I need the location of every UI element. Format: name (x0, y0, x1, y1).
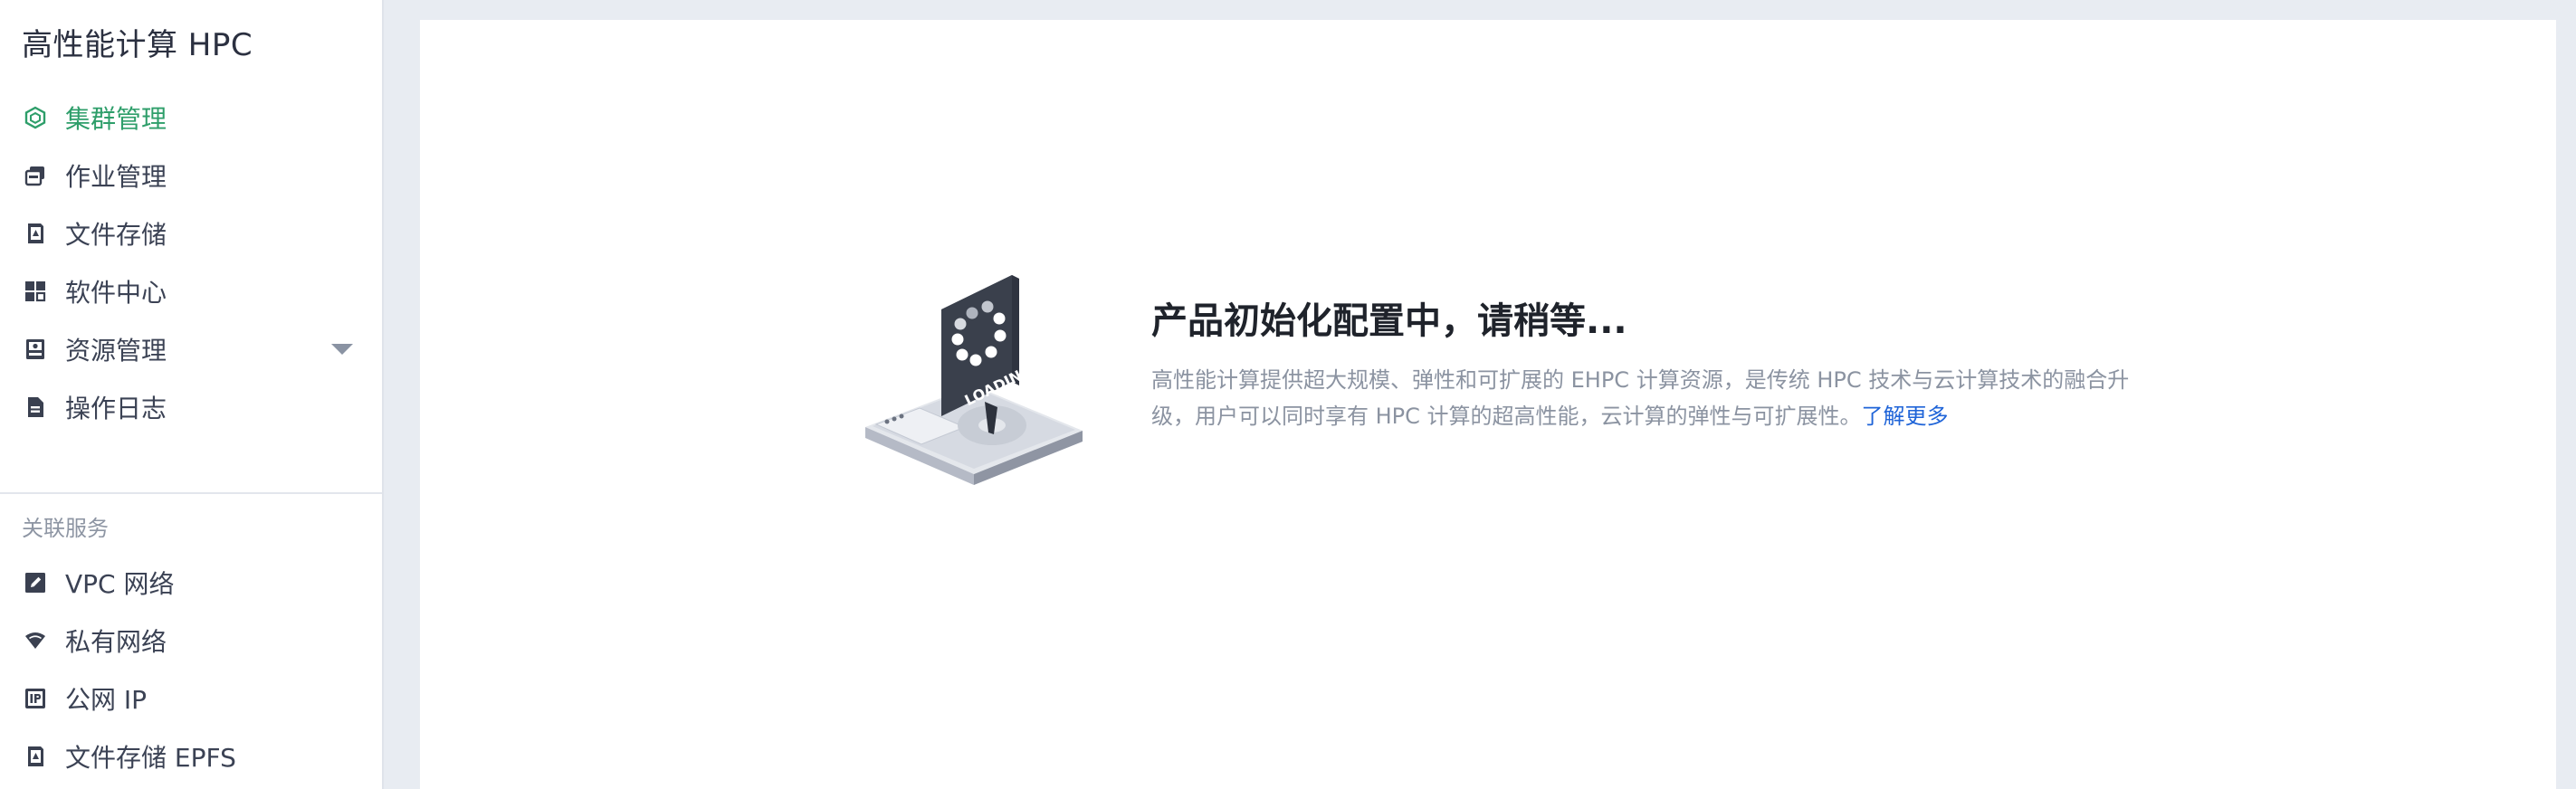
vpc-edit-icon (24, 571, 47, 594)
sidebar-item-vpc-network[interactable]: VPC 网络 (0, 554, 382, 612)
main-content: LOADING 产品初始化配置中，请稍等... 高性能计算提供超大规模、弹性和可… (420, 20, 2556, 789)
sidebar-item-epfs-storage[interactable]: 文件存储 EPFS (0, 727, 382, 785)
primary-nav: 集群管理 作业管理 文件存储 软件中心 资源管理 操作日志 (0, 89, 382, 436)
file-storage-icon (24, 222, 47, 245)
sidebar-item-label: 软件中心 (65, 278, 167, 308)
related-services-nav: VPC 网络 私有网络 公网 IP 文件存储 EPFS (0, 554, 382, 785)
resource-card-icon (24, 337, 47, 361)
log-document-icon (24, 395, 47, 419)
related-services-heading: 关联服务 (22, 516, 109, 541)
apps-grid-icon (24, 280, 47, 303)
cluster-hexagon-icon (24, 106, 47, 129)
sidebar-item-label: 操作日志 (65, 394, 167, 423)
sidebar-item-public-ip[interactable]: 公网 IP (0, 670, 382, 727)
sidebar-item-cluster-management[interactable]: 集群管理 (0, 89, 382, 147)
chevron-down-icon[interactable] (331, 344, 353, 355)
sidebar-item-label: 集群管理 (65, 104, 167, 134)
sidebar-item-label: 公网 IP (65, 685, 148, 715)
learn-more-link[interactable]: 了解更多 (1862, 404, 1949, 429)
sidebar-item-private-network[interactable]: 私有网络 (0, 612, 382, 670)
sidebar-item-label: 文件存储 EPFS (65, 743, 236, 773)
loading-illustration: LOADING (856, 239, 1092, 514)
sidebar-item-software-center[interactable]: 软件中心 (0, 262, 382, 320)
sidebar-item-label: VPC 网络 (65, 569, 175, 599)
sidebar-item-file-storage[interactable]: 文件存储 (0, 204, 382, 262)
sidebar-divider (0, 492, 382, 494)
sidebar-item-label: 作业管理 (65, 162, 167, 192)
sidebar-item-job-management[interactable]: 作业管理 (0, 147, 382, 204)
sidebar-item-label: 私有网络 (65, 627, 167, 657)
public-ip-icon (24, 687, 47, 710)
sidebar-item-label: 资源管理 (65, 336, 167, 366)
sidebar-item-operation-log[interactable]: 操作日志 (0, 378, 382, 436)
sidebar: 高性能计算 HPC 集群管理 作业管理 文件存储 软件中心 资源管理 操作日志 … (0, 0, 384, 789)
epfs-storage-icon (24, 745, 47, 768)
product-description: 高性能计算提供超大规模、弹性和可扩展的 EHPC 计算资源，是传统 HPC 技术… (1151, 362, 2138, 434)
job-stack-icon (24, 164, 47, 187)
app-title: 高性能计算 HPC (22, 27, 253, 63)
sidebar-item-label: 文件存储 (65, 220, 167, 250)
wifi-network-icon (24, 629, 47, 652)
description-text: 高性能计算提供超大规模、弹性和可扩展的 EHPC 计算资源，是传统 HPC 技术… (1151, 367, 2130, 429)
sidebar-item-resource-management[interactable]: 资源管理 (0, 320, 382, 378)
loading-title: 产品初始化配置中，请稍等... (1151, 300, 1627, 342)
